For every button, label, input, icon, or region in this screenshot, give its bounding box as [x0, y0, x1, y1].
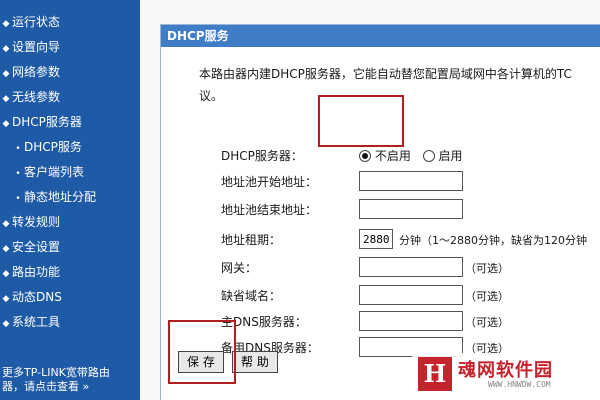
bullet-icon: ◆	[2, 19, 10, 29]
dhcp-panel: DHCP服务 本路由器内建DHCP服务器，它能自动替您配置局域网中各计算机的TC…	[160, 24, 600, 400]
bullet-icon: ◆	[2, 294, 10, 304]
sidebar-item-system-tools[interactable]: ◆ 系统工具	[0, 310, 140, 335]
sidebar-item-label: 设置向导	[12, 40, 61, 54]
sidebar-item-network[interactable]: ◆ 网络参数	[0, 60, 140, 85]
sidebar-item-wireless[interactable]: ◆ 无线参数	[0, 85, 140, 110]
save-button[interactable]: 保 存	[178, 351, 224, 373]
sidebar-item-dhcp-server[interactable]: ◆ DHCP服务器	[0, 110, 140, 135]
sidebar-item-security[interactable]: ◆ 安全设置	[0, 235, 140, 260]
sidebar-item-label: 无线参数	[12, 90, 61, 104]
bullet-icon: ◆	[2, 69, 10, 79]
pool-start-input[interactable]	[359, 171, 463, 191]
sidebar-item-status[interactable]: ◆ 运行状态	[0, 10, 140, 35]
bullet-icon: ◆	[2, 269, 10, 279]
sidebar-nav: ◆ 运行状态 ◆ 设置向导 ◆ 网络参数 ◆ 无线参数 ◆ DHCP服务器 • DHCP服务…	[0, 0, 140, 400]
bullet-icon: ◆	[2, 119, 10, 129]
intro-line-1: 本路由器内建DHCP服务器，它能自动替您配置局域网中各计算机的TC	[199, 67, 572, 81]
bullet-icon: ◆	[2, 244, 10, 254]
sidebar-item-label: 运行状态	[12, 15, 61, 29]
lease-label: 地址租期：	[221, 233, 282, 247]
watermark-logo-icon: H	[418, 357, 452, 391]
pool-end-input[interactable]	[359, 199, 463, 219]
domain-optional: （可选）	[465, 290, 509, 303]
sidebar-item-label: DHCP服务器	[12, 115, 82, 129]
domain-label: 缺省域名：	[221, 289, 282, 303]
sidebar-item-label: 客户端列表	[24, 165, 85, 179]
panel-title: DHCP服务	[161, 25, 600, 47]
pool-end-label: 地址池结束地址：	[221, 203, 318, 217]
radio-disable-label[interactable]: 不启用	[375, 149, 411, 163]
bullet-icon: •	[15, 169, 21, 179]
footer-line-1: 更多TP-LINK宽带路由	[2, 366, 110, 379]
lease-input[interactable]	[359, 229, 393, 249]
radio-enable[interactable]	[422, 150, 435, 162]
sidebar-item-forwarding[interactable]: ◆ 转发规则	[0, 210, 140, 235]
intro-text: 本路由器内建DHCP服务器，它能自动替您配置局域网中各计算机的TC 议。	[199, 63, 599, 107]
bullet-icon: ◆	[2, 219, 10, 229]
sidebar-item-label: 路由功能	[12, 265, 61, 279]
sidebar-item-client-list[interactable]: • 客户端列表	[0, 160, 140, 185]
domain-input[interactable]	[359, 285, 463, 305]
help-button[interactable]: 帮 助	[232, 351, 278, 373]
sidebar-item-label: 系统工具	[12, 315, 61, 329]
sidebar-item-label: 安全设置	[12, 240, 61, 254]
primary-dns-label: 主DNS服务器：	[221, 315, 307, 329]
sidebar-item-wizard[interactable]: ◆ 设置向导	[0, 35, 140, 60]
sidebar-item-ddns[interactable]: ◆ 动态DNS	[0, 285, 140, 310]
sidebar-item-routing[interactable]: ◆ 路由功能	[0, 260, 140, 285]
gateway-input[interactable]	[359, 257, 463, 277]
dhcp-server-label: DHCP服务器：	[221, 149, 303, 163]
radio-enable-label[interactable]: 启用	[439, 149, 463, 163]
nav-list: ◆ 运行状态 ◆ 设置向导 ◆ 网络参数 ◆ 无线参数 ◆ DHCP服务器 • DHCP服务…	[0, 0, 140, 335]
footer-line-2: 器，请点击查看 »	[2, 380, 90, 393]
gateway-optional: （可选）	[465, 262, 509, 275]
watermark-title: 魂网软件园	[458, 360, 553, 381]
bullet-icon: •	[15, 194, 21, 204]
main-frame: DHCP服务 本路由器内建DHCP服务器，它能自动替您配置局域网中各计算机的TC…	[140, 0, 600, 400]
gateway-label: 网关：	[221, 261, 258, 275]
primary-dns-optional: （可选）	[465, 316, 509, 329]
sidebar-item-label: 动态DNS	[12, 290, 62, 304]
sidebar-item-label: DHCP服务	[24, 140, 82, 154]
bullet-icon: ◆	[2, 319, 10, 329]
pool-start-label: 地址池开始地址：	[221, 175, 318, 189]
bullet-icon: •	[15, 144, 21, 154]
bullet-icon: ◆	[2, 44, 10, 54]
dhcp-server-radio-group: 不启用 启用	[359, 147, 471, 164]
radio-disable[interactable]	[359, 150, 371, 162]
more-products-link[interactable]: 更多TP-LINK宽带路由 器，请点击查看 »	[2, 366, 138, 394]
sidebar-item-static-address[interactable]: • 静态地址分配	[0, 185, 140, 210]
sidebar-item-label: 网络参数	[12, 65, 61, 79]
watermark-url: WWW.HNWDW.COM	[488, 380, 551, 389]
sidebar-item-dhcp-service[interactable]: • DHCP服务	[0, 135, 140, 160]
bullet-icon: ◆	[2, 94, 10, 104]
intro-line-2: 议。	[199, 89, 224, 103]
watermark: H 魂网软件园 WWW.HNWDW.COM	[412, 353, 592, 395]
sidebar-item-label: 转发规则	[12, 215, 61, 229]
sidebar-item-label: 静态地址分配	[24, 190, 97, 204]
lease-hint: 分钟（1～2880分钟，缺省为120分钟	[399, 234, 587, 247]
primary-dns-input[interactable]	[359, 311, 463, 331]
